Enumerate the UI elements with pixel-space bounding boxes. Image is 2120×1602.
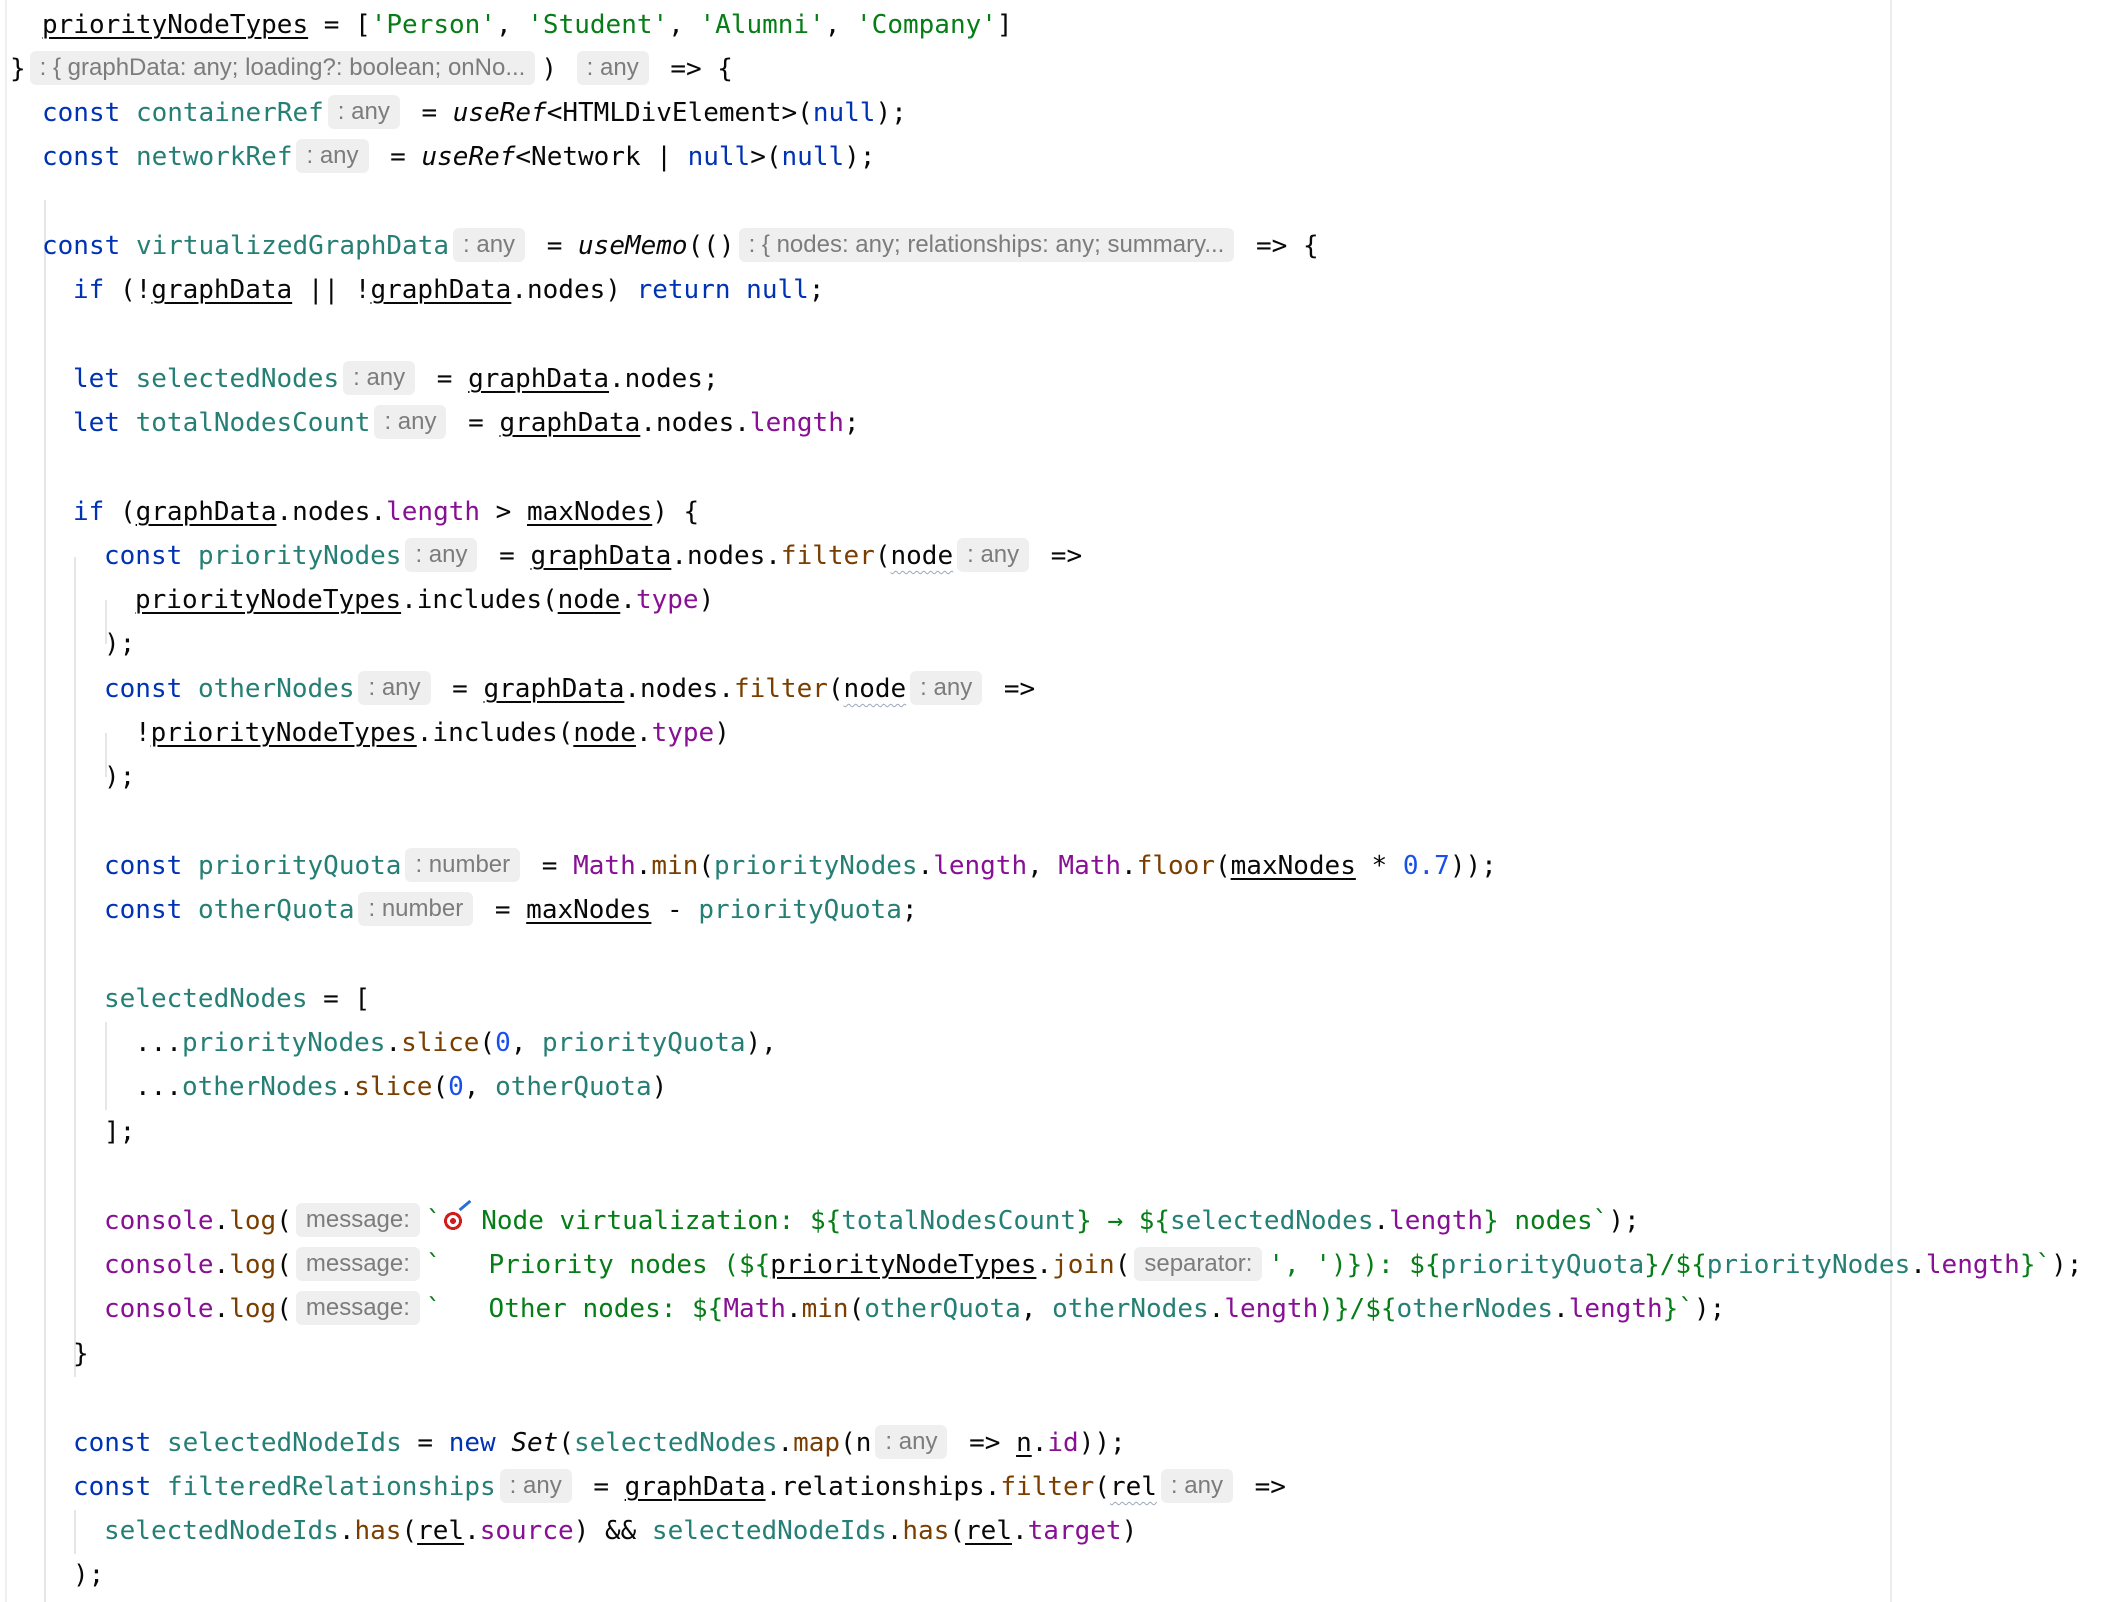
indent-guide <box>44 200 46 1602</box>
code-line-14[interactable]: priorityNodeTypes.includes(node.type) <box>135 578 714 622</box>
inlay-hint-type: : any <box>327 95 400 129</box>
gutter-edge <box>5 0 7 1602</box>
inlay-hint-type: : any <box>910 671 983 705</box>
code-line-15[interactable]: ); <box>104 622 135 666</box>
code-line-35[interactable]: selectedNodeIds.has(rel.source) && selec… <box>104 1509 1137 1553</box>
code-line-1[interactable]: priorityNodeTypes = ['Person', 'Student'… <box>42 3 1013 47</box>
inlay-hint-props-type: : { graphData: any; loading?: boolean; o… <box>29 51 536 85</box>
right-margin-guide <box>1890 0 1892 1602</box>
code-line-12[interactable]: if (graphData.nodes.length > maxNodes) { <box>73 490 699 534</box>
inlay-hint-type: : number <box>405 848 521 882</box>
code-line-30[interactable]: console.log(message: ` Other nodes: ${Mat… <box>104 1287 1725 1331</box>
inlay-hint-type: : any <box>296 139 369 173</box>
code-line-23[interactable]: selectedNodes = [ <box>104 977 370 1021</box>
code-line-33[interactable]: const selectedNodeIds = new Set(selected… <box>73 1421 1126 1465</box>
inlay-hint-type: : any <box>453 228 526 262</box>
code-line-17[interactable]: !priorityNodeTypes.includes(node.type) <box>135 711 730 755</box>
code-line-16[interactable]: const otherNodes: any = graphData.nodes.… <box>104 667 1035 711</box>
inlay-hint-param: message: <box>295 1203 420 1237</box>
code-line-24[interactable]: ...priorityNodes.slice(0, priorityQuota)… <box>135 1021 777 1065</box>
inlay-hint-type: : any <box>374 405 447 439</box>
inlay-hint-memo-type: : { nodes: any; relationships: any; summ… <box>738 228 1235 262</box>
target-emoji-icon <box>441 1210 464 1232</box>
code-line-20[interactable]: const priorityQuota: number = Math.min(p… <box>104 844 1497 888</box>
code-editor[interactable]: priorityNodeTypes = ['Person', 'Student'… <box>0 0 2120 1602</box>
code-line-28[interactable]: console.log(message: ` Node virtualizatio… <box>104 1199 1640 1243</box>
code-line-6[interactable]: const virtualizedGraphData: any = useMem… <box>42 224 1319 268</box>
inlay-hint-type: : number <box>358 892 474 926</box>
code-line-36[interactable]: ); <box>73 1553 104 1597</box>
code-line-21[interactable]: const otherQuota: number = maxNodes - pr… <box>104 888 918 932</box>
code-line-25[interactable]: ...otherNodes.slice(0, otherQuota) <box>135 1065 667 1109</box>
indent-guide <box>74 1510 76 1554</box>
code-line-2[interactable]: }: { graphData: any; loading?: boolean; … <box>10 47 733 91</box>
code-line-9[interactable]: let selectedNodes: any = graphData.nodes… <box>73 357 719 401</box>
inlay-hint-param: message: <box>295 1247 420 1281</box>
inlay-hint-param: separator: <box>1134 1247 1263 1281</box>
inlay-hint-type: : any <box>875 1425 948 1459</box>
inlay-hint-type: : any <box>343 361 416 395</box>
indent-guide <box>105 1022 107 1110</box>
inlay-hint-type: : any <box>358 671 431 705</box>
code-line-34[interactable]: const filteredRelationships: any = graph… <box>73 1465 1286 1509</box>
code-line-18[interactable]: ); <box>104 755 135 799</box>
code-line-26[interactable]: ]; <box>104 1110 135 1154</box>
inlay-hint-type: : any <box>499 1469 572 1503</box>
inlay-hint-return-type: : any <box>576 51 649 85</box>
inlay-hint-type: : any <box>957 538 1030 572</box>
code-line-4[interactable]: const networkRef: any = useRef<Network |… <box>42 135 875 179</box>
inlay-hint-param: message: <box>295 1291 420 1325</box>
code-line-13[interactable]: const priorityNodes: any = graphData.nod… <box>104 534 1082 578</box>
code-line-7[interactable]: if (!graphData || !graphData.nodes) retu… <box>73 268 824 312</box>
code-line-3[interactable]: const containerRef: any = useRef<HTMLDiv… <box>42 91 907 135</box>
code-line-29[interactable]: console.log(message: ` Priority nodes (${… <box>104 1243 2082 1287</box>
indent-guide <box>74 557 76 1377</box>
inlay-hint-type: : any <box>1160 1469 1233 1503</box>
code-line-31[interactable]: } <box>73 1332 89 1376</box>
code-line-10[interactable]: let totalNodesCount: any = graphData.nod… <box>73 401 860 445</box>
inlay-hint-type: : any <box>405 538 478 572</box>
